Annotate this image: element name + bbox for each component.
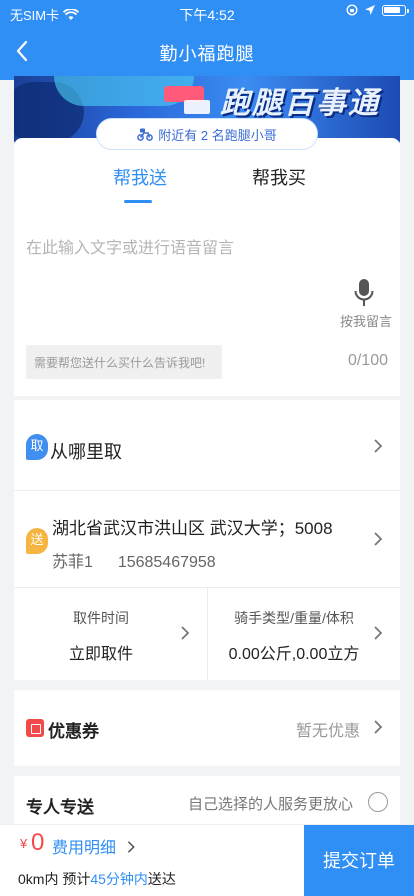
message-input[interactable]: 在此输入文字或进行语音留言 [26,234,234,258]
pickup-badge: 取 [26,434,48,460]
order-tabs: 帮我送 帮我买 [14,164,400,204]
special-delivery-radio[interactable] [368,792,388,812]
hint-chip: 需要帮您送什么买什么告诉我吧! [26,345,222,379]
pickup-address-label: 从哪里取 [50,442,122,462]
banner-decor-shape [184,100,210,114]
header: 无SIM卡 下午4:52 勤小福跑腿 [0,0,414,80]
delivery-address-row[interactable] [14,491,400,587]
banner-slogan: 跑腿百事通 [220,87,380,120]
footer-bar: ¥ 0 费用明细 0km内 预计45分钟内送达 提交订单 [0,824,414,896]
contact-phone: 15685467958 [117,554,216,571]
eta-text: 0km内 预计45分钟内送达 [18,869,176,889]
contact-name: 苏菲1 [52,554,93,571]
rider-spec-cell[interactable]: 骑手类型/重量/体积 0.00公斤,0.00立方 [208,608,380,664]
chevron-right-icon [373,625,383,641]
rider-spec-value: 0.00公斤,0.00立方 [228,646,360,663]
total-price: 0 [31,829,45,856]
delivery-badge: 送 [26,528,48,554]
currency-symbol: ¥ [20,836,28,851]
tab-send-for-me[interactable]: 帮我送 [113,164,167,190]
char-counter: 0/100 [347,352,388,369]
delivery-address: 湖北省武汉市洪山区 武汉大学；5008 [52,519,333,538]
pickup-time-value: 立即取件 [68,646,133,663]
eta-prefix: 0km内 预计 [18,871,91,887]
order-card: 帮我送 帮我买 在此输入文字或进行语音留言 按我留言 需要帮您送什么买什么告诉我… [14,138,400,396]
chevron-right-icon [373,719,383,735]
nearby-riders-pill: 附近有 2 名跑腿小哥 [96,118,318,150]
chevron-right-icon [373,531,383,547]
location-icon [365,5,375,15]
voice-message-label[interactable]: 按我留言 [340,311,392,330]
orientation-lock-icon [346,4,358,16]
coupon-icon [26,719,44,737]
coupon-label: 优惠券 [48,722,99,741]
active-tab-indicator [124,200,152,203]
status-bar: 无SIM卡 下午4:52 [0,0,414,26]
page-title: 勤小福跑腿 [159,44,255,64]
eta-suffix: 送达 [147,871,176,887]
eta-time: 45分钟内 [90,871,148,887]
scooter-icon [137,128,154,141]
tab-buy-for-me[interactable]: 帮我买 [252,164,306,190]
delivery-contact: 苏菲1 15685467958 [52,548,216,572]
special-delivery-label: 专人专送 [26,798,94,817]
submit-order-button[interactable]: 提交订单 [304,825,414,896]
microphone-icon[interactable] [352,278,376,308]
rider-spec-label: 骑手类型/重量/体积 [234,610,354,626]
pickup-time-label: 取件时间 [73,610,129,626]
coupon-value: 暂无优惠 [296,723,361,740]
chevron-right-icon [373,438,383,454]
battery-icon [382,4,409,16]
pickup-time-cell[interactable]: 取件时间 立即取件 [14,608,188,664]
fee-detail-label: 费用明细 [52,840,117,857]
chevron-right-icon [180,625,190,641]
special-delivery-desc: 自己选择的人服务更放心 [188,796,354,813]
fee-detail-link[interactable]: 费用明细 [52,834,136,858]
nearby-riders-text: 附近有 2 名跑腿小哥 [158,127,277,143]
chevron-right-icon [128,841,136,853]
